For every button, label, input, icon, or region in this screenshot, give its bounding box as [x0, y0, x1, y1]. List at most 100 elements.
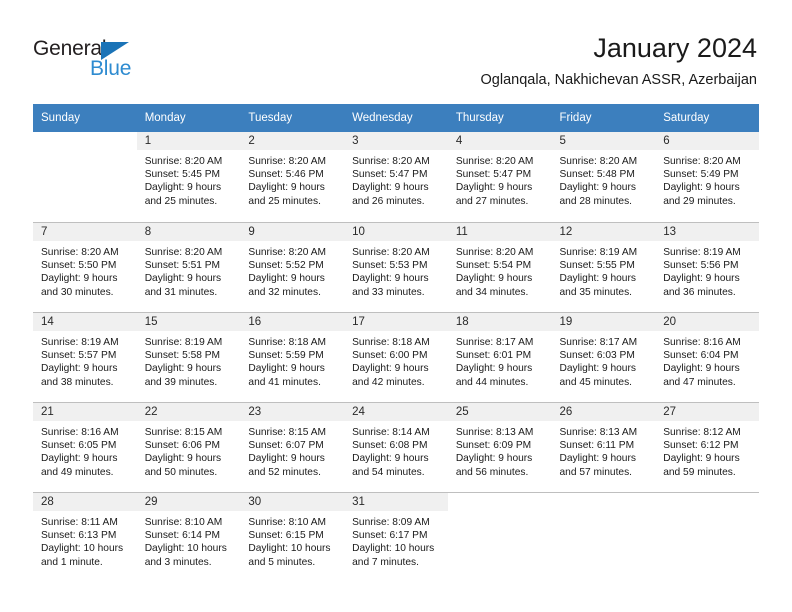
sunrise-text: Sunrise: 8:18 AM	[248, 337, 326, 348]
calendar-body: 1 Sunrise: 8:20 AM Sunset: 5:45 PM Daylight…	[33, 132, 759, 582]
day-details: Sunrise: 8:19 AM Sunset: 5:58 PM Daylight:…	[137, 331, 241, 389]
calendar-day[interactable]: 17 Sunrise: 8:18 AM Sunset: 6:00 PM Dayligh…	[344, 312, 448, 400]
calendar-day[interactable]: 23 Sunrise: 8:15 AM Sunset: 6:07 PM Dayligh…	[240, 402, 345, 490]
calendar-cell: 18 Sunrise: 8:17 AM Sunset: 6:01 PM Dayligh…	[447, 312, 552, 402]
sunrise-text: Sunrise: 8:11 AM	[41, 517, 118, 528]
daylight-text-line2: and 39 minutes.	[144, 376, 218, 388]
sunrise-text: Sunrise: 8:20 AM	[352, 156, 430, 167]
calendar-day[interactable]: 3 Sunrise: 8:20 AM Sunset: 5:47 PM Daylight…	[344, 132, 448, 220]
calendar-cell	[447, 492, 552, 582]
general-blue-logo: General Blue	[33, 37, 163, 87]
calendar-cell: 9 Sunrise: 8:20 AM Sunset: 5:52 PM Daylight…	[240, 222, 345, 312]
calendar-day-empty	[551, 492, 656, 580]
day-details: Sunrise: 8:11 AM Sunset: 6:13 PM Daylight:…	[33, 511, 137, 569]
weekday-header-wednesday: Wednesday	[344, 104, 448, 132]
calendar-day[interactable]: 22 Sunrise: 8:15 AM Sunset: 6:06 PM Dayligh…	[136, 402, 241, 490]
sunrise-text: Sunrise: 8:10 AM	[144, 517, 223, 528]
calendar-day[interactable]: 25 Sunrise: 8:13 AM Sunset: 6:09 PM Dayligh…	[447, 402, 552, 490]
day-details: Sunrise: 8:20 AM Sunset: 5:54 PM Daylight:…	[448, 241, 552, 299]
calendar-day[interactable]: 27 Sunrise: 8:12 AM Sunset: 6:12 PM Dayligh…	[655, 402, 759, 490]
calendar-day[interactable]: 29 Sunrise: 8:10 AM Sunset: 6:14 PM Dayligh…	[136, 492, 241, 580]
daylight-text-line1: Daylight: 9 hours	[455, 453, 533, 465]
calendar-day[interactable]: 10 Sunrise: 8:20 AM Sunset: 5:53 PM Dayligh…	[344, 222, 448, 310]
day-details: Sunrise: 8:17 AM Sunset: 6:01 PM Daylight:…	[448, 331, 552, 389]
calendar-day[interactable]: 7 Sunrise: 8:20 AM Sunset: 5:50 PM Daylight…	[33, 222, 137, 310]
day-details: Sunrise: 8:16 AM Sunset: 6:04 PM Daylight:…	[655, 331, 759, 389]
daylight-text-line1: Daylight: 9 hours	[559, 363, 636, 375]
calendar-day[interactable]: 18 Sunrise: 8:17 AM Sunset: 6:01 PM Dayligh…	[447, 312, 552, 400]
calendar-day[interactable]: 8 Sunrise: 8:20 AM Sunset: 5:51 PM Daylight…	[136, 222, 241, 310]
calendar-day[interactable]: 16 Sunrise: 8:18 AM Sunset: 5:59 PM Dayligh…	[240, 312, 345, 400]
sunset-text: Sunset: 6:05 PM	[41, 440, 117, 452]
weekday-header-saturday: Saturday	[655, 104, 759, 132]
calendar-day[interactable]: 20 Sunrise: 8:16 AM Sunset: 6:04 PM Dayligh…	[655, 312, 759, 400]
calendar-day[interactable]: 9 Sunrise: 8:20 AM Sunset: 5:52 PM Daylight…	[240, 222, 345, 310]
calendar-day[interactable]: 26 Sunrise: 8:13 AM Sunset: 6:11 PM Dayligh…	[551, 402, 656, 490]
day-number: 27	[655, 403, 759, 421]
daylight-text-line1: Daylight: 10 hours	[248, 543, 331, 555]
day-number: 9	[240, 223, 345, 241]
daylight-text-line2: and 49 minutes.	[41, 466, 114, 478]
calendar-day[interactable]: 24 Sunrise: 8:14 AM Sunset: 6:08 PM Dayligh…	[344, 402, 448, 490]
day-details: Sunrise: 8:20 AM Sunset: 5:53 PM Daylight:…	[344, 241, 448, 299]
calendar-day[interactable]: 4 Sunrise: 8:20 AM Sunset: 5:47 PM Daylight…	[447, 132, 552, 220]
sunset-text: Sunset: 6:13 PM	[41, 530, 117, 542]
calendar-cell: 22 Sunrise: 8:15 AM Sunset: 6:06 PM Dayligh…	[136, 402, 241, 492]
day-number: 14	[33, 313, 137, 331]
day-number	[448, 493, 552, 511]
sunset-text: Sunset: 5:52 PM	[248, 260, 324, 272]
title-block: January 2024 Oglanqala, Nakhichevan ASSR…	[481, 32, 757, 90]
calendar-cell: 31 Sunrise: 8:09 AM Sunset: 6:17 PM Dayligh…	[344, 492, 448, 582]
calendar-cell: 25 Sunrise: 8:13 AM Sunset: 6:09 PM Dayligh…	[447, 402, 552, 492]
calendar-day[interactable]: 6 Sunrise: 8:20 AM Sunset: 5:49 PM Daylight…	[655, 132, 759, 220]
daylight-text-line2: and 45 minutes.	[559, 376, 633, 388]
sunset-text: Sunset: 5:53 PM	[352, 260, 428, 272]
daylight-text-line1: Daylight: 9 hours	[144, 273, 222, 285]
daylight-text-line2: and 7 minutes.	[352, 556, 419, 568]
calendar-cell: 30 Sunrise: 8:10 AM Sunset: 6:15 PM Dayligh…	[240, 492, 345, 582]
calendar-day[interactable]: 30 Sunrise: 8:10 AM Sunset: 6:15 PM Dayligh…	[240, 492, 345, 580]
calendar-day[interactable]: 13 Sunrise: 8:19 AM Sunset: 5:56 PM Dayligh…	[655, 222, 759, 310]
weekday-header-friday: Friday	[551, 104, 656, 132]
daylight-text-line2: and 27 minutes.	[455, 195, 529, 207]
calendar-day[interactable]: 28 Sunrise: 8:11 AM Sunset: 6:13 PM Dayligh…	[33, 492, 137, 580]
calendar-day[interactable]: 1 Sunrise: 8:20 AM Sunset: 5:45 PM Daylight…	[136, 132, 241, 220]
calendar-cell: 15 Sunrise: 8:19 AM Sunset: 5:58 PM Dayligh…	[136, 312, 241, 402]
day-number	[33, 132, 137, 150]
sunrise-text: Sunrise: 8:20 AM	[663, 156, 741, 167]
sunrise-text: Sunrise: 8:10 AM	[248, 517, 326, 528]
day-number: 13	[655, 223, 759, 241]
calendar-day[interactable]: 15 Sunrise: 8:19 AM Sunset: 5:58 PM Dayligh…	[136, 312, 241, 400]
calendar-day[interactable]: 21 Sunrise: 8:16 AM Sunset: 6:05 PM Dayligh…	[33, 402, 137, 490]
weekday-header-monday: Monday	[136, 104, 241, 132]
daylight-text-line1: Daylight: 9 hours	[559, 273, 636, 285]
calendar-day[interactable]: 11 Sunrise: 8:20 AM Sunset: 5:54 PM Dayligh…	[447, 222, 552, 310]
calendar-day[interactable]: 14 Sunrise: 8:19 AM Sunset: 5:57 PM Dayligh…	[33, 312, 137, 400]
page-title: January 2024	[593, 33, 757, 63]
sunset-text: Sunset: 6:03 PM	[559, 350, 635, 362]
day-details: Sunrise: 8:20 AM Sunset: 5:49 PM Daylight:…	[655, 150, 759, 208]
day-number: 17	[344, 313, 448, 331]
daylight-text-line1: Daylight: 9 hours	[352, 182, 429, 194]
sunrise-text: Sunrise: 8:19 AM	[144, 337, 223, 348]
sunrise-text: Sunrise: 8:13 AM	[455, 427, 534, 438]
daylight-text-line2: and 25 minutes.	[248, 195, 321, 207]
daylight-text-line1: Daylight: 9 hours	[248, 363, 325, 375]
calendar-day[interactable]: 2 Sunrise: 8:20 AM Sunset: 5:46 PM Daylight…	[240, 132, 345, 220]
calendar-day[interactable]: 19 Sunrise: 8:17 AM Sunset: 6:03 PM Dayligh…	[551, 312, 656, 400]
daylight-text-line1: Daylight: 9 hours	[352, 453, 429, 465]
calendar-cell: 28 Sunrise: 8:11 AM Sunset: 6:13 PM Dayligh…	[33, 492, 137, 582]
sunrise-text: Sunrise: 8:19 AM	[41, 337, 119, 348]
calendar-cell: 3 Sunrise: 8:20 AM Sunset: 5:47 PM Daylight…	[344, 132, 448, 222]
sunrise-text: Sunrise: 8:15 AM	[248, 427, 326, 438]
calendar-day[interactable]: 12 Sunrise: 8:19 AM Sunset: 5:55 PM Dayligh…	[551, 222, 656, 310]
sunrise-text: Sunrise: 8:20 AM	[559, 156, 638, 167]
day-details: Sunrise: 8:16 AM Sunset: 6:05 PM Daylight:…	[33, 421, 137, 479]
calendar-day[interactable]: 31 Sunrise: 8:09 AM Sunset: 6:17 PM Dayligh…	[344, 492, 448, 580]
calendar-day[interactable]: 5 Sunrise: 8:20 AM Sunset: 5:48 PM Daylight…	[551, 132, 656, 220]
calendar-cell: 13 Sunrise: 8:19 AM Sunset: 5:56 PM Dayligh…	[655, 222, 759, 312]
daylight-text-line2: and 5 minutes.	[248, 556, 316, 568]
daylight-text-line1: Daylight: 9 hours	[352, 363, 429, 375]
daylight-text-line1: Daylight: 9 hours	[455, 273, 533, 285]
sunset-text: Sunset: 5:49 PM	[663, 169, 739, 181]
